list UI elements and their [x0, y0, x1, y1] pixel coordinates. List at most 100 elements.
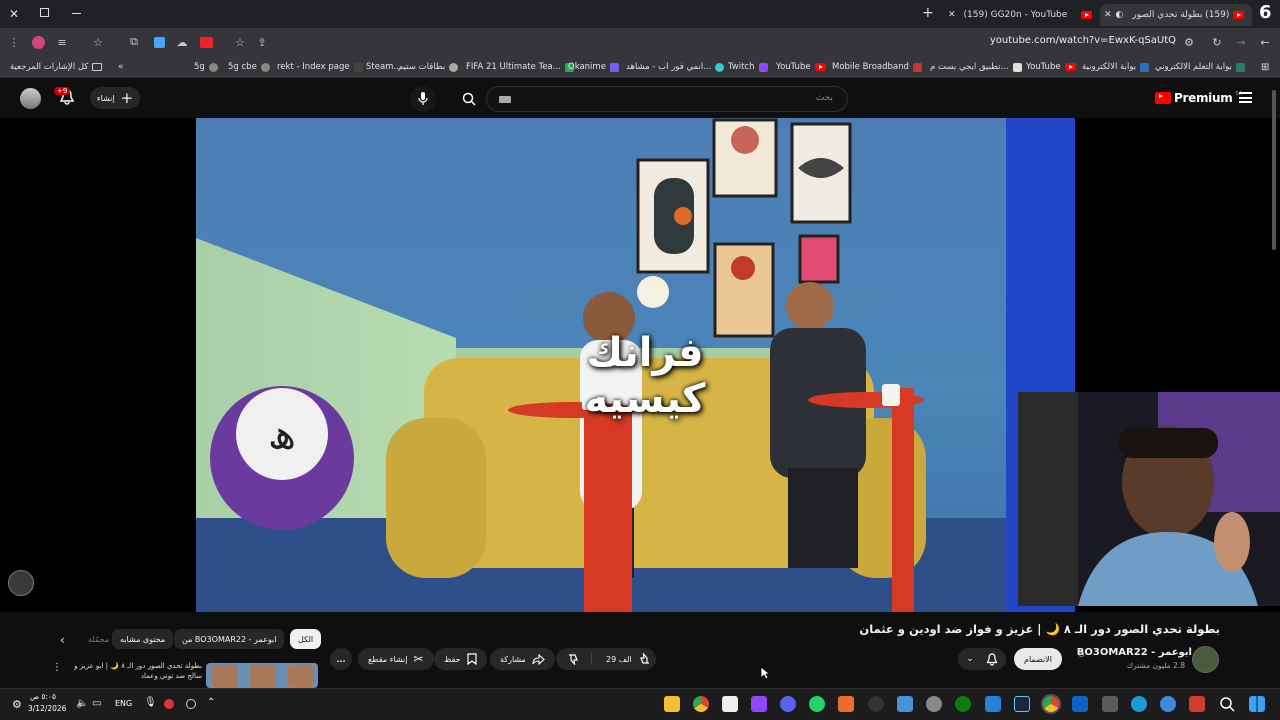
reading-list-icon[interactable]: ≡: [54, 34, 70, 50]
volume-icon[interactable]: 🔈: [76, 698, 88, 709]
bookmark-item[interactable]: YouTube: [776, 60, 826, 74]
bookmark-item[interactable]: Steam...: [366, 60, 402, 74]
edge-icon[interactable]: [1131, 696, 1147, 712]
tab-count-badge[interactable]: 6: [1259, 2, 1272, 23]
extension-blue-icon[interactable]: [151, 34, 167, 50]
tune-icon[interactable]: ⚙: [1181, 34, 1197, 50]
voice-search-button[interactable]: [410, 86, 436, 112]
edge-dev-icon[interactable]: [985, 696, 1001, 712]
youtube-premium-logo[interactable]: Premium SA: [1155, 91, 1242, 105]
tab-close-icon[interactable]: ✕: [1104, 10, 1112, 20]
bookmark-item[interactable]: بوابة الالكترونية: [1082, 60, 1150, 74]
extensions-icon[interactable]: ☆: [90, 34, 106, 50]
copilot-icon[interactable]: [1160, 696, 1176, 712]
weather-icon[interactable]: ⚙: [12, 698, 22, 711]
clip-button[interactable]: إنشاء مقطع ✂: [358, 648, 434, 670]
mute-tab-icon[interactable]: ◐: [1116, 10, 1124, 20]
extension-puzzle-icon[interactable]: ⧉: [126, 34, 142, 50]
network-icon[interactable]: ▭: [92, 698, 101, 709]
save-button[interactable]: حفظ: [434, 648, 487, 670]
steam-app-icon[interactable]: [1014, 696, 1030, 712]
search-input[interactable]: بحث: [486, 86, 848, 112]
bookmark-item[interactable]: بوابة التعلم الالكتروني: [1155, 60, 1245, 74]
mic-tray-icon[interactable]: 🎙: [144, 697, 157, 708]
tray-app-icon[interactable]: [164, 699, 174, 709]
windows-start-icon[interactable]: [1249, 696, 1265, 712]
bookmark-item[interactable]: 5g cbe: [228, 60, 270, 74]
chip-all[interactable]: الكل: [290, 629, 322, 649]
bookmarks-overflow-icon[interactable]: «: [118, 60, 123, 74]
chip-related[interactable]: محتوى مشابه: [112, 629, 174, 649]
like-button[interactable]: 29 الف: [598, 653, 650, 665]
tab-close-icon[interactable]: ✕: [948, 10, 956, 20]
recommended-menu-icon[interactable]: ⋮: [52, 662, 62, 673]
tray-app-icon[interactable]: [186, 699, 196, 709]
bookmark-item[interactable]: YouTube: [1026, 60, 1076, 74]
profile-icon[interactable]: [30, 34, 46, 50]
join-button[interactable]: الانضمام: [1014, 648, 1062, 670]
capcut-icon[interactable]: [722, 696, 738, 712]
keyboard-icon[interactable]: [499, 96, 511, 103]
share-page-icon[interactable]: ⇪: [254, 34, 270, 50]
channel-name[interactable]: BO3OMAR22 - ابوعمر: [1077, 647, 1192, 658]
clock-time[interactable]: ٥:٠٥ ص: [30, 692, 56, 701]
dislike-button[interactable]: [556, 653, 592, 665]
store-icon[interactable]: [1102, 696, 1118, 712]
tray-overflow-icon[interactable]: ⌃: [207, 697, 215, 708]
taskbar-search-icon[interactable]: [1219, 696, 1235, 712]
tab-gg20n[interactable]: ✕ (159) GG20n - YouTube: [944, 4, 1096, 26]
obs-icon[interactable]: [868, 696, 884, 712]
bookmark-item[interactable]: انمي فور اب - مشاهد...: [626, 60, 725, 74]
adblock-icon[interactable]: [198, 34, 214, 50]
chrome-icon[interactable]: [693, 696, 709, 712]
bookmark-star-icon[interactable]: ☆: [232, 34, 248, 50]
user-avatar[interactable]: [20, 88, 41, 109]
channel-avatar[interactable]: [1192, 646, 1219, 673]
extension-cloud-icon[interactable]: ☁: [174, 34, 190, 50]
chips-scroll-left-icon[interactable]: ‹: [60, 633, 65, 647]
tab-active-video[interactable]: ✕ ◐ (159) بطولة تحدي الصور دور: [1100, 4, 1252, 26]
bookmark-item[interactable]: FIFA 21 Ultimate Tea...: [466, 60, 574, 74]
page-scrollbar[interactable]: [1272, 90, 1276, 250]
create-button[interactable]: إنشاء +: [90, 87, 140, 109]
back-icon[interactable]: ←: [1257, 34, 1273, 50]
bookmark-item[interactable]: تطبيق ايجي بست م...: [930, 60, 1022, 74]
xbox-icon[interactable]: [955, 696, 971, 712]
hamburger-menu-icon[interactable]: [1239, 92, 1252, 103]
office-icon[interactable]: [1189, 696, 1205, 712]
search-button[interactable]: [456, 86, 482, 112]
outlook-icon[interactable]: [1072, 696, 1088, 712]
chip-from-channel[interactable]: من BO3OMAR22 - ابوعمر: [174, 629, 285, 649]
bookmark-item[interactable]: بطاقات ستيم: [398, 60, 459, 74]
recommended-thumbnail[interactable]: [206, 663, 318, 688]
menu-kebab-icon[interactable]: ⋮: [6, 34, 22, 50]
github-icon[interactable]: [926, 696, 942, 712]
file-explorer-icon[interactable]: [664, 696, 680, 712]
bookmark-item[interactable]: Okanime: [568, 60, 619, 74]
close-window-icon[interactable]: ✕: [9, 7, 19, 21]
new-tab-icon[interactable]: +: [922, 5, 934, 21]
minimize-window-icon[interactable]: [72, 13, 81, 14]
bookmarks-folder[interactable]: كل الإشارات المرجعية: [10, 60, 103, 74]
subscribed-button[interactable]: ⌄: [958, 648, 1006, 670]
bookmark-item[interactable]: Mobile Broadband: [832, 60, 922, 74]
monitor-app-icon[interactable]: [897, 696, 913, 712]
bookmark-item[interactable]: 5g: [194, 60, 218, 74]
more-actions-button[interactable]: ...: [330, 648, 352, 670]
discord-icon[interactable]: [780, 696, 796, 712]
brave-icon[interactable]: [838, 696, 854, 712]
share-button[interactable]: مشاركة: [490, 648, 555, 670]
twitch-app-icon[interactable]: [751, 696, 767, 712]
apps-grid-icon[interactable]: ⊞: [1261, 60, 1269, 74]
clock-date[interactable]: 3/12/2026: [28, 704, 66, 713]
bookmark-item[interactable]: rekt - Index page: [277, 60, 363, 74]
chrome-active-icon[interactable]: [1043, 696, 1059, 712]
bookmark-item[interactable]: Twitch: [728, 60, 768, 74]
reload-icon[interactable]: ↻: [1209, 34, 1225, 50]
language-indicator[interactable]: ENG: [115, 699, 132, 708]
whatsapp-icon[interactable]: [809, 696, 825, 712]
restore-window-icon[interactable]: [40, 8, 49, 17]
address-bar-url[interactable]: youtube.com/watch?v=EwxK-qSaUtQ: [990, 35, 1176, 46]
recommended-title[interactable]: بطولة تحدي الصور دور الـ ٨ 🌙 | ابو عزيز …: [62, 662, 202, 682]
forward-icon[interactable]: →: [1233, 34, 1249, 50]
